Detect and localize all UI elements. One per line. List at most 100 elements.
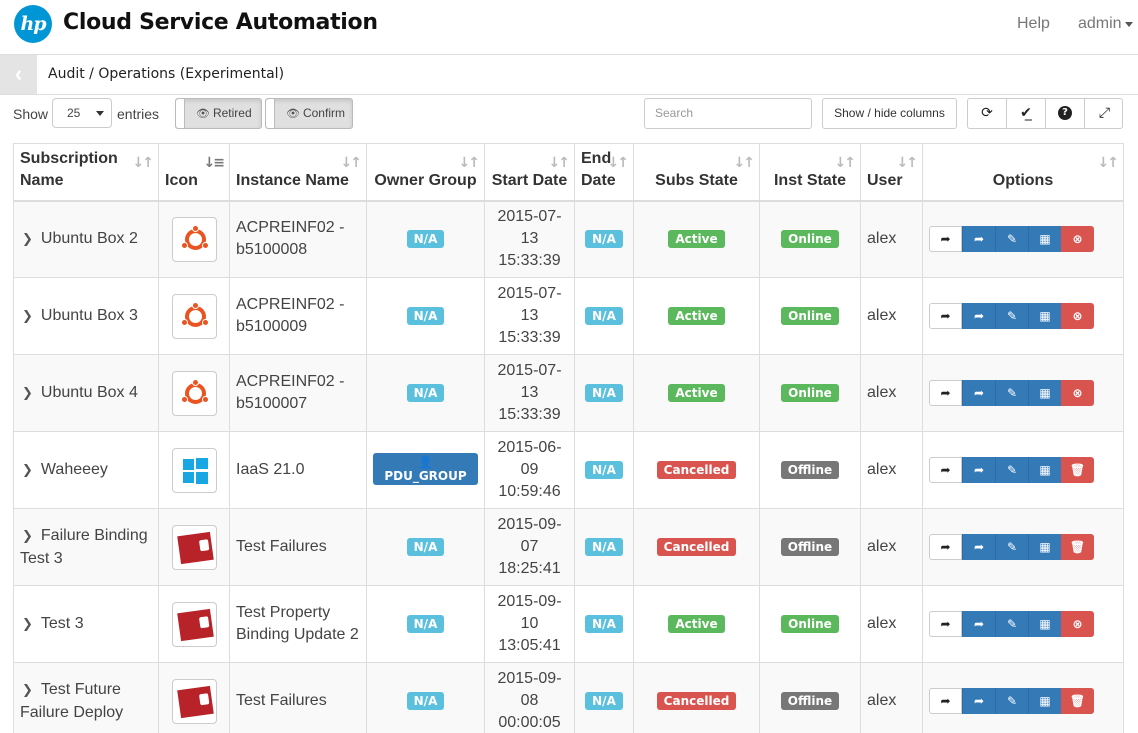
edit-button[interactable]: ✎ [995, 457, 1028, 483]
epic-fail-icon [171, 601, 217, 647]
inst-state-cell: Offline [759, 662, 861, 733]
col-icon[interactable]: Icon ↓≡ [158, 143, 230, 202]
edit-button[interactable]: ✎ [995, 534, 1028, 560]
transfer-button[interactable]: ➦ [962, 534, 995, 560]
chevron-right-icon[interactable]: ❯ [22, 383, 33, 405]
table-row[interactable]: ❯ Failure Binding Test 3 Test Failures N/A 2… [13, 508, 1124, 586]
forward-button[interactable]: ➦ [929, 226, 962, 253]
show-hide-columns-button[interactable]: Show / hide columns [822, 98, 957, 129]
table-row[interactable]: ❯ Ubuntu Box 4 ACPREINF02 - b5100007 N/A 201… [13, 354, 1124, 432]
subscription-name-cell[interactable]: ❯ Failure Binding Test 3 [13, 508, 159, 586]
subscription-name-cell[interactable]: ❯ Test Future Failure Deploy [13, 662, 159, 733]
details-button[interactable]: ▦ [1028, 380, 1061, 406]
forward-button[interactable]: ➦ [929, 380, 962, 406]
edit-button[interactable]: ✎ [995, 688, 1028, 714]
details-button[interactable]: ▦ [1028, 303, 1061, 329]
edit-button[interactable]: ✎ [995, 380, 1028, 406]
user-icon: 👤 [418, 455, 433, 469]
forward-button[interactable]: ➦ [929, 534, 962, 560]
table-row[interactable]: ❯ Ubuntu Box 2 ACPREINF02 - b5100008 N/A 201… [13, 200, 1124, 278]
chevron-right-icon[interactable]: ❯ [22, 306, 33, 328]
table-row[interactable]: ❯ Test Future Failure Deploy Test Failures… [13, 662, 1124, 733]
details-button[interactable]: ▦ [1028, 226, 1061, 253]
chevron-right-icon[interactable]: ❯ [22, 526, 33, 548]
cancel-subscription-button[interactable]: ⊗ [1061, 226, 1094, 253]
top-navbar: hp Cloud Service Automation Help admin [0, 0, 1138, 55]
sort-desc-icon: ↓≡ [203, 155, 226, 171]
row-actions: ➦ ➦ ✎ ▦ ⊗ [929, 611, 1095, 637]
transfer-button[interactable]: ➦ [962, 226, 995, 253]
row-actions: ➦ ➦ ✎ ▦ 🗑 [929, 534, 1095, 560]
subscription-name-cell[interactable]: ❯ Test 3 [13, 585, 159, 663]
app-title[interactable]: Cloud Service Automation [63, 10, 378, 35]
edit-button[interactable]: ✎ [995, 303, 1028, 329]
owner-group-badge: N/A [406, 384, 445, 402]
col-options[interactable]: Options ↓↑ [922, 143, 1124, 202]
transfer-button[interactable]: ➦ [962, 688, 995, 714]
subscription-name-cell[interactable]: ❯ Waheeey [13, 431, 159, 509]
col-start-date[interactable]: Start Date ↓↑ [484, 143, 575, 202]
delete-button[interactable]: 🗑 [1061, 534, 1094, 560]
hp-logo[interactable]: hp [14, 5, 52, 43]
user-menu[interactable]: admin [1078, 15, 1122, 33]
refresh-icon[interactable]: ⟳ [968, 99, 1007, 128]
back-button[interactable]: ‹ [0, 55, 37, 94]
page-size-select[interactable]: 25 [52, 98, 112, 128]
cancel-subscription-button[interactable]: ⊗ [1061, 303, 1094, 329]
table-row[interactable]: ❯ Waheeey IaaS 21.0 👤PDU_GROUP 2015-06-09 10… [13, 431, 1124, 509]
subscription-name-cell[interactable]: ❯ Ubuntu Box 3 [13, 277, 159, 355]
chevron-right-icon[interactable]: ❯ [22, 680, 33, 702]
col-inst-state[interactable]: Inst State ↓↑ [759, 143, 861, 202]
delete-button[interactable]: 🗑 [1061, 688, 1094, 714]
subscriptions-table: Subscription Name ↓↑ Icon ↓≡ Instance Name… [13, 143, 1124, 733]
details-button[interactable]: ▦ [1028, 534, 1061, 560]
edit-button[interactable]: ✎ [995, 611, 1028, 637]
table-row[interactable]: ❯ Ubuntu Box 3 ACPREINF02 - b5100009 N/A 201… [13, 277, 1124, 355]
forward-button[interactable]: ➦ [929, 611, 962, 637]
col-instance-name[interactable]: Instance Name ↓↑ [229, 143, 367, 202]
table-row[interactable]: ❯ Test 3 Test Property Binding Update 2 N/A… [13, 585, 1124, 663]
help-icon[interactable]: ? [1046, 99, 1085, 128]
fullscreen-icon[interactable]: ⤢ [1085, 99, 1124, 128]
inst-state-badge: Online [781, 230, 839, 249]
col-subs-state[interactable]: Subs State ↓↑ [633, 143, 760, 202]
transfer-button[interactable]: ➦ [962, 611, 995, 637]
retired-toggle[interactable]: 👁 Retired [175, 98, 262, 129]
col-end-date[interactable]: End Date ↓↑ [574, 143, 634, 202]
col-owner-group[interactable]: Owner Group ↓↑ [366, 143, 485, 202]
epic-fail-icon [171, 524, 217, 570]
owner-group-cell: 👤PDU_GROUP [366, 431, 485, 509]
help-link[interactable]: Help [1017, 15, 1050, 33]
cancel-subscription-button[interactable]: ⊗ [1061, 611, 1094, 637]
subscription-name-cell[interactable]: ❯ Ubuntu Box 4 [13, 354, 159, 432]
col-user[interactable]: User ↓↑ [860, 143, 923, 202]
inst-state-cell: Offline [759, 431, 861, 509]
sort-icon: ↓↑ [132, 155, 155, 171]
options-cell: ➦ ➦ ✎ ▦ 🗑 [922, 508, 1124, 586]
chevron-down-icon[interactable] [1125, 22, 1133, 27]
chevron-right-icon[interactable]: ❯ [22, 460, 33, 482]
forward-button[interactable]: ➦ [929, 688, 962, 714]
confirm-toggle[interactable]: 👁 Confirm [265, 98, 353, 129]
transfer-button[interactable]: ➦ [962, 303, 995, 329]
transfer-button[interactable]: ➦ [962, 380, 995, 406]
sort-icon: ↓↑ [834, 155, 857, 171]
row-actions: ➦ ➦ ✎ ▦ 🗑 [929, 457, 1095, 483]
details-button[interactable]: ▦ [1028, 688, 1061, 714]
user: alex [860, 277, 923, 355]
delete-button[interactable]: 🗑 [1061, 457, 1094, 483]
share-icon: ➦ [940, 694, 951, 708]
forward-button[interactable]: ➦ [929, 303, 962, 329]
details-button[interactable]: ▦ [1028, 457, 1061, 483]
chevron-right-icon[interactable]: ❯ [22, 614, 33, 636]
col-subscription-name[interactable]: Subscription Name ↓↑ [13, 143, 159, 202]
transfer-button[interactable]: ➦ [962, 457, 995, 483]
subscription-name-cell[interactable]: ❯ Ubuntu Box 2 [13, 200, 159, 278]
chevron-right-icon[interactable]: ❯ [22, 229, 33, 251]
edit-button[interactable]: ✎ [995, 226, 1028, 253]
details-button[interactable]: ▦ [1028, 611, 1061, 637]
search-input[interactable]: Search [644, 98, 812, 129]
cancel-subscription-button[interactable]: ⊗ [1061, 380, 1094, 406]
check-all-icon[interactable]: ✔̲ [1007, 99, 1046, 128]
forward-button[interactable]: ➦ [929, 457, 962, 483]
